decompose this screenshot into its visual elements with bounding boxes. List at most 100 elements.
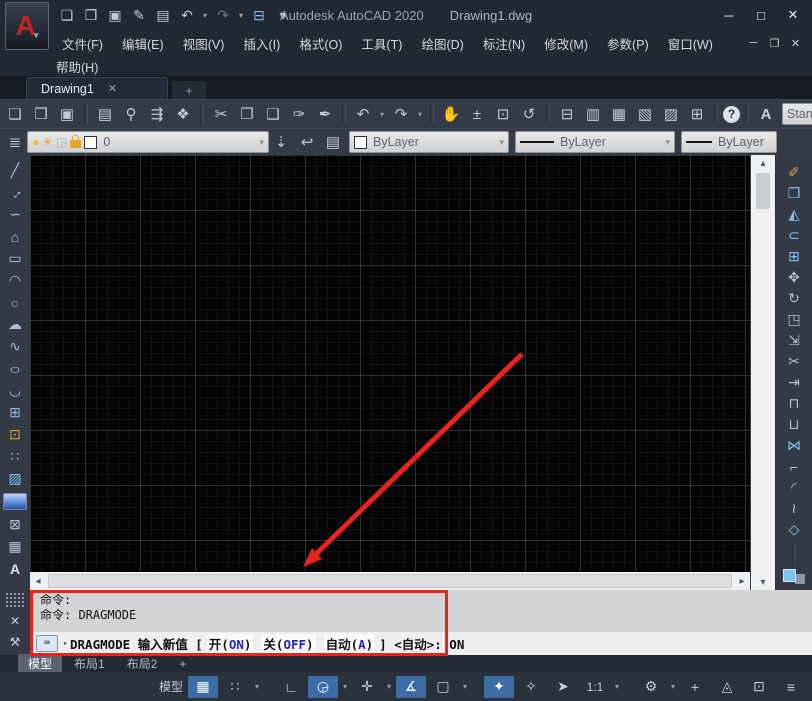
- edit-reference-icon[interactable]: [783, 569, 805, 584]
- revision-cloud-icon[interactable]: ☁: [4, 317, 26, 332]
- command-dock-grip[interactable]: [5, 592, 25, 608]
- object-snap-button-dropdown[interactable]: ▾: [384, 682, 394, 691]
- child-restore-button[interactable]: ❐: [766, 35, 783, 51]
- scale-icon[interactable]: ◳: [783, 312, 805, 327]
- tab-model[interactable]: 模型: [18, 654, 62, 673]
- minimize-button[interactable]: ─: [716, 4, 742, 26]
- option-off[interactable]: 关(OFF): [261, 634, 315, 653]
- customization-menu-button[interactable]: ≡: [776, 676, 806, 698]
- vertical-scroll-thumb[interactable]: [756, 173, 770, 209]
- publish-icon[interactable]: ❖: [171, 102, 195, 126]
- circle-icon[interactable]: ○: [4, 295, 26, 310]
- menu-format[interactable]: 格式(O): [293, 32, 348, 55]
- recent-commands-icon[interactable]: ▾: [60, 639, 70, 648]
- make-layer-current-icon[interactable]: ⇣: [269, 130, 293, 154]
- isolate-objects-button[interactable]: ◬: [712, 676, 742, 698]
- match-properties-icon[interactable]: ✑: [287, 102, 311, 126]
- polyline-icon[interactable]: ∽: [4, 207, 26, 222]
- table-icon[interactable]: ▦: [4, 539, 26, 554]
- lineweight-combobox[interactable]: ByLayer: [681, 131, 777, 153]
- drawing-canvas[interactable]: [30, 155, 750, 572]
- move-icon[interactable]: ✥: [783, 270, 805, 285]
- color-combobox[interactable]: ByLayer ▾: [349, 131, 509, 153]
- vertical-scrollbar[interactable]: ▴ ▾: [750, 155, 775, 590]
- undo-icon-dropdown[interactable]: ▾: [200, 11, 210, 20]
- tool-palettes-icon[interactable]: ▦: [607, 102, 631, 126]
- undo-icon[interactable]: ↶: [176, 5, 198, 25]
- trim-icon[interactable]: ✂: [783, 354, 805, 369]
- menu-dimension[interactable]: 标注(N): [477, 32, 531, 55]
- extend-icon[interactable]: ⇥: [783, 375, 805, 390]
- cut-icon[interactable]: ✂: [209, 102, 233, 126]
- gradient-icon[interactable]: [3, 493, 27, 510]
- annotation-scale-icon[interactable]: ➤: [548, 676, 578, 698]
- properties-palette-icon[interactable]: ⊟: [555, 102, 579, 126]
- annotation-scale-value[interactable]: 1:1: [580, 676, 610, 698]
- snap-mode-button[interactable]: ∷: [220, 676, 250, 698]
- layer-on-icon[interactable]: ●: [32, 135, 39, 149]
- ellipse-arc-icon[interactable]: ◡: [4, 383, 26, 398]
- object-snap-button[interactable]: ✛: [352, 676, 382, 698]
- zoom-previous-icon[interactable]: ↺: [517, 102, 541, 126]
- plot-icon[interactable]: ▤: [93, 102, 117, 126]
- isometric-drafting-button-dropdown[interactable]: ▾: [460, 682, 470, 691]
- polar-tracking-button[interactable]: ◶: [308, 676, 338, 698]
- layer-previous-icon[interactable]: ↩: [295, 130, 319, 154]
- save-icon[interactable]: ▣: [104, 5, 126, 25]
- style-combobox[interactable]: Standard ▾: [782, 103, 812, 125]
- horizontal-scrollbar[interactable]: ◂ ▸: [30, 572, 750, 590]
- ellipse-icon[interactable]: ○: [0, 361, 31, 376]
- clean-screen-button[interactable]: ⊡: [744, 676, 774, 698]
- menu-draw[interactable]: 绘图(D): [415, 32, 469, 55]
- insert-block-icon[interactable]: ⊞: [4, 405, 26, 420]
- menu-tools[interactable]: 工具(T): [355, 32, 408, 55]
- new-file-icon[interactable]: ❏: [3, 102, 27, 126]
- fillet-icon[interactable]: ◜: [783, 480, 805, 495]
- redo-icon[interactable]: ↷: [212, 5, 234, 25]
- grid-display-button[interactable]: ▦: [188, 676, 218, 698]
- linetype-combobox[interactable]: ByLayer ▾: [515, 131, 675, 153]
- markup-set-manager-icon[interactable]: ▨: [659, 102, 683, 126]
- open-file-icon[interactable]: ❒: [29, 102, 53, 126]
- command-input-line[interactable]: ⌨ ▾ DRAGMODE 输入新值 [ 开(ON)关(OFF)自动(A) ] <…: [30, 632, 812, 655]
- rotate-icon[interactable]: ↻: [783, 291, 805, 306]
- array-icon[interactable]: ⊞: [783, 249, 805, 264]
- menu-insert[interactable]: 插入(I): [237, 32, 286, 55]
- drawing-tab[interactable]: Drawing1 ✕: [26, 77, 168, 99]
- new-file-icon[interactable]: ❏: [56, 5, 78, 25]
- dynamic-input-button[interactable]: ∡: [396, 676, 426, 698]
- point-icon[interactable]: ∷: [4, 449, 26, 464]
- customization-plus-button[interactable]: +: [680, 676, 710, 698]
- redo-icon-dropdown[interactable]: ▾: [415, 110, 425, 119]
- maximize-button[interactable]: □: [748, 4, 774, 26]
- rectangle-icon[interactable]: ▭: [4, 251, 26, 266]
- sheet-set-manager-icon[interactable]: ▧: [633, 102, 657, 126]
- explode-icon[interactable]: ◇: [783, 522, 805, 537]
- menu-parametric[interactable]: 参数(P): [601, 32, 655, 55]
- plot-icon[interactable]: ▤: [152, 5, 174, 25]
- hatch-icon[interactable]: ▨: [4, 471, 26, 486]
- customize-command-icon[interactable]: ⚒: [5, 634, 25, 650]
- block-editor-icon[interactable]: ✒: [313, 102, 337, 126]
- stretch-icon[interactable]: ⇲: [783, 333, 805, 348]
- chamfer-icon[interactable]: ⌐: [783, 459, 805, 474]
- layer-combobox[interactable]: ●☀◲ 0 ▾: [27, 131, 269, 153]
- option-auto[interactable]: 自动(A): [324, 634, 376, 653]
- model-space-button[interactable]: 模型: [156, 676, 186, 698]
- redo-icon[interactable]: ↷: [389, 102, 413, 126]
- ortho-mode-button[interactable]: ∟: [276, 676, 306, 698]
- undo-icon-dropdown[interactable]: ▾: [377, 110, 387, 119]
- menu-view[interactable]: 视图(V): [177, 32, 231, 55]
- layer-states-icon[interactable]: ▤: [321, 130, 345, 154]
- layer-color-swatch[interactable]: [84, 136, 97, 149]
- undo-icon[interactable]: ↶: [351, 102, 375, 126]
- arc-icon[interactable]: ◠: [4, 273, 26, 288]
- line-icon[interactable]: ╱: [4, 163, 26, 178]
- polar-tracking-button-dropdown[interactable]: ▾: [340, 682, 350, 691]
- join-icon[interactable]: ⋈: [783, 438, 805, 453]
- paste-icon[interactable]: ❑: [261, 102, 285, 126]
- offset-icon[interactable]: ⊂: [783, 228, 805, 243]
- autoscale-button[interactable]: ✧: [516, 676, 546, 698]
- scroll-down-icon[interactable]: ▾: [760, 574, 765, 590]
- redo-icon-dropdown[interactable]: ▾: [236, 11, 246, 20]
